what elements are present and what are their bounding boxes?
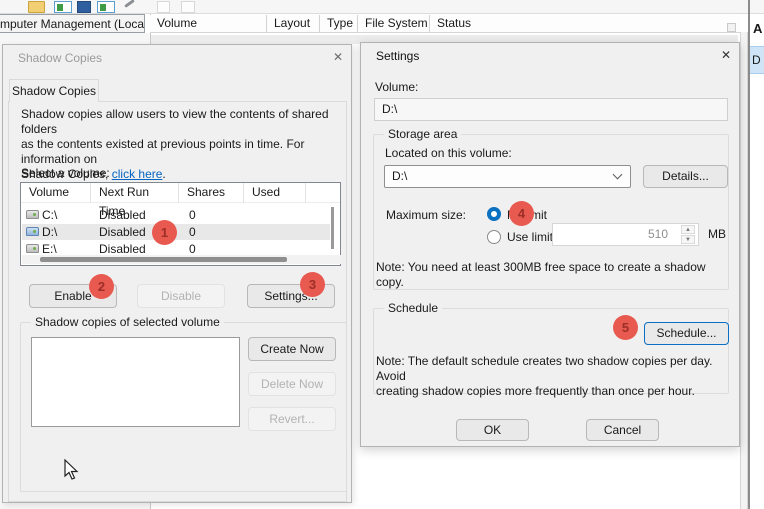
drive-icon — [26, 244, 39, 253]
volume-value-field: D:\ — [374, 98, 728, 121]
toolbar-extra-icon[interactable] — [157, 1, 170, 13]
column-type[interactable]: Type — [320, 15, 358, 33]
actions-selected-item[interactable]: D — [750, 46, 764, 74]
show-console-tree-icon[interactable] — [54, 1, 72, 13]
volume-list[interactable]: Volume Next Run Time Shares Used C:\ Dis… — [20, 182, 341, 266]
cell-shares: 0 — [189, 242, 196, 256]
dropdown-value: D:\ — [392, 169, 407, 183]
horizontal-scrollbar[interactable] — [22, 255, 341, 264]
settings-dialog: Settings ✕ Volume: D:\ Storage area Loca… — [360, 42, 740, 447]
chevron-down-icon — [613, 170, 623, 180]
annotation-step-4: 4 — [509, 201, 534, 226]
annotation-step-5: 5 — [613, 315, 638, 340]
spin-down-icon[interactable]: ▼ — [681, 235, 695, 244]
header-shares[interactable]: Shares — [179, 183, 244, 203]
group-label: Storage area — [384, 127, 461, 141]
intro-period: . — [162, 167, 165, 181]
spinner: ▲ ▼ — [681, 225, 695, 244]
schedule-note: Note: The default schedule creates two s… — [376, 354, 728, 399]
no-limit-radio[interactable] — [487, 207, 501, 221]
show-actions-pane-icon[interactable] — [97, 1, 115, 13]
actions-pane-title: A — [753, 21, 762, 36]
schedule-button[interactable]: Schedule... — [644, 322, 729, 345]
cancel-button[interactable]: Cancel — [586, 419, 659, 441]
volume-list-column-header: Volume Layout Type File System Status — [150, 15, 740, 33]
revert-button[interactable]: Revert... — [248, 407, 336, 431]
volume-list-header: Volume Next Run Time Shares Used — [21, 183, 340, 203]
actions-pane: A D — [750, 14, 764, 509]
create-now-button[interactable]: Create Now — [248, 337, 336, 361]
spin-up-icon[interactable]: ▲ — [681, 225, 695, 234]
located-label: Located on this volume: — [385, 146, 512, 160]
maximum-size-label: Maximum size: — [386, 208, 466, 222]
cell-next-run: Disabled — [99, 225, 146, 239]
folder-icon[interactable] — [28, 1, 45, 13]
drive-icon — [26, 227, 39, 236]
console-toolbar — [0, 0, 764, 14]
help-icon[interactable] — [181, 1, 195, 13]
horizontal-scrollbar-thumb[interactable] — [40, 257, 287, 262]
properties-wrench-icon[interactable] — [122, 1, 138, 13]
annotation-step-2: 2 — [89, 274, 114, 299]
screen: mputer Management (Local Volume Layout T… — [0, 0, 764, 509]
tab-panel: Shadow copies allow users to view the co… — [8, 101, 347, 502]
limit-value: 510 — [648, 227, 668, 241]
tab-shadow-copies[interactable]: Shadow Copies — [9, 79, 99, 102]
cell-next-run: Disabled — [99, 242, 146, 256]
click-here-link[interactable]: click here — [112, 167, 163, 181]
add-snapin-icon[interactable] — [77, 1, 91, 13]
schedule-group: Schedule Schedule... Note: The default s… — [373, 308, 729, 394]
vertical-scrollbar-thumb[interactable] — [331, 207, 334, 249]
column-volume[interactable]: Volume — [150, 15, 267, 33]
delete-now-button[interactable]: Delete Now — [248, 372, 336, 396]
details-button[interactable]: Details... — [643, 165, 728, 188]
use-limit-radio[interactable] — [487, 230, 501, 244]
group-label: Shadow copies of selected volume — [31, 315, 224, 329]
annotation-step-1: 1 — [152, 220, 177, 245]
column-chooser-icon[interactable] — [727, 23, 736, 32]
table-row-c[interactable]: C:\ Disabled 0 — [22, 207, 330, 223]
list-scrollbar[interactable] — [740, 32, 748, 509]
use-limit-label: Use limit: — [507, 230, 556, 244]
disable-button[interactable]: Disable — [137, 284, 225, 308]
volume-label: Volume: — [375, 80, 418, 94]
tree-root-node[interactable]: mputer Management (Local — [0, 14, 145, 33]
cell-volume: E:\ — [42, 242, 57, 256]
cell-next-run: Disabled — [99, 208, 146, 222]
group-label: Schedule — [384, 301, 442, 315]
close-icon[interactable]: ✕ — [330, 49, 346, 65]
header-used[interactable]: Used — [244, 183, 306, 203]
shadow-copies-dialog: Shadow Copies ✕ Shadow Copies Shadow cop… — [2, 44, 352, 503]
tree-root-label: mputer Management (Local — [0, 17, 145, 31]
cell-shares: 0 — [189, 225, 196, 239]
storage-area-group: Storage area Located on this volume: D:\… — [373, 134, 729, 290]
drive-icon — [26, 210, 39, 219]
column-file-system[interactable]: File System — [358, 15, 430, 33]
close-icon[interactable]: ✕ — [718, 47, 734, 63]
cell-volume: C:\ — [42, 208, 57, 222]
column-status[interactable]: Status — [430, 15, 738, 33]
select-volume-label: Select a volume: — [21, 166, 110, 180]
dialog-title: Settings — [376, 49, 419, 63]
cell-volume: D:\ — [42, 225, 57, 239]
mouse-cursor — [64, 459, 80, 484]
mb-unit-label: MB — [708, 227, 726, 241]
annotation-step-3: 3 — [300, 272, 325, 297]
header-volume[interactable]: Volume — [21, 183, 91, 203]
header-next-run-time[interactable]: Next Run Time — [91, 183, 179, 203]
dialog-title: Shadow Copies — [18, 51, 102, 65]
shadow-copies-list[interactable] — [31, 337, 240, 427]
cell-shares: 0 — [189, 208, 196, 222]
ok-button[interactable]: OK — [456, 419, 529, 441]
storage-note: Note: You need at least 300MB free space… — [376, 260, 726, 290]
limit-size-input[interactable]: 510 ▲ ▼ — [552, 223, 699, 246]
column-layout[interactable]: Layout — [267, 15, 320, 33]
located-volume-dropdown[interactable]: D:\ — [384, 165, 631, 188]
